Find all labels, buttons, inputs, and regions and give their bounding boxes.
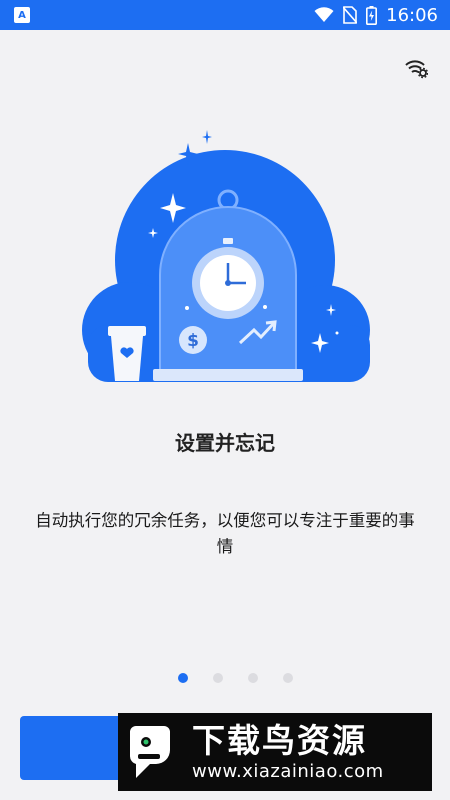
clock: 16:06	[386, 4, 438, 26]
status-right: 16:06	[314, 5, 438, 26]
wifi-icon	[314, 7, 334, 22]
wifi-settings-icon	[405, 60, 428, 79]
onboarding-title: 设置并忘记	[175, 431, 275, 455]
bird-logo-icon	[129, 726, 170, 778]
watermark-url: www.xiazainiao.com	[192, 761, 384, 782]
page-dot-2[interactable]	[212, 673, 223, 683]
page-dot-3[interactable]	[247, 673, 258, 683]
onboarding-illustration: $	[82, 130, 370, 382]
page-dot-4[interactable]	[282, 673, 293, 683]
page-indicator	[0, 673, 450, 683]
watermark-text: 下载鸟资源 www.xiazainiao.com	[192, 721, 384, 783]
status-bar: A 16:06	[0, 0, 450, 30]
battery-charging-icon	[366, 5, 378, 25]
app-notification-icon: A	[14, 7, 30, 23]
page-dot-1[interactable]	[177, 673, 188, 683]
status-left: A	[14, 7, 30, 23]
onboarding-description: 自动执行您的冗余任务，以便您可以专注于重要的事情	[35, 511, 415, 556]
dollar-coin-icon: $	[179, 326, 207, 354]
watermark-banner: 下载鸟资源 www.xiazainiao.com	[118, 713, 432, 791]
no-sim-icon	[343, 6, 358, 24]
svg-text:$: $	[187, 331, 199, 351]
watermark-title: 下载鸟资源	[192, 721, 367, 760]
wifi-settings-button[interactable]	[404, 56, 428, 80]
